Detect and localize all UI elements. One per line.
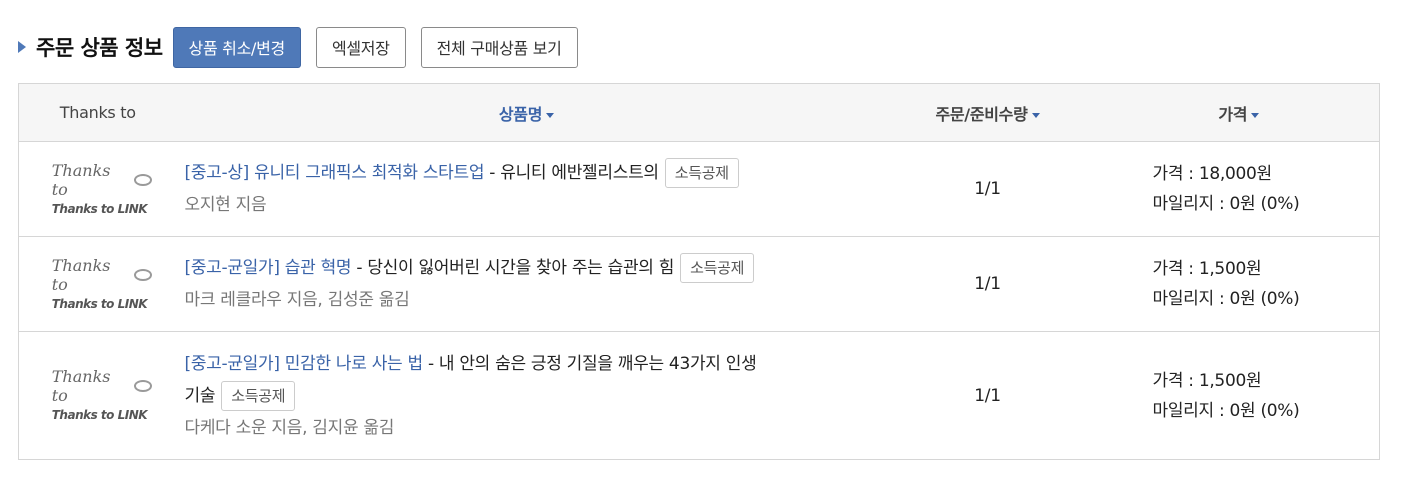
table-row: Thanks to Thanks to LINK [중고-균일가] 민감한 나로… <box>18 331 1380 460</box>
thanks-to-cell: Thanks to Thanks to LINK <box>18 331 177 460</box>
price-value: 가격 : 1,500원 <box>1152 259 1262 279</box>
logo-text: Thanks to <box>51 367 111 405</box>
section-title: 주문 상품 정보 <box>36 36 163 60</box>
thanks-to-logo: Thanks to Thanks to LINK <box>52 256 152 311</box>
tax-deduction-badge: 소득공제 <box>664 158 739 188</box>
thanks-to-logo: Thanks to Thanks to LINK <box>52 367 152 422</box>
logo-ring-icon <box>133 173 152 186</box>
sort-caret-icon <box>546 112 555 118</box>
quantity-cell: 1/1 <box>876 331 1099 460</box>
header-price[interactable]: 가격 <box>1098 83 1380 142</box>
price-value: 가격 : 18,000원 <box>1152 164 1273 184</box>
triangle-bullet-icon <box>18 41 26 53</box>
header-price-label: 가격 <box>1218 104 1248 124</box>
product-title-link[interactable]: [중고-상] 유니티 그래픽스 최적화 스타트업 <box>185 163 485 183</box>
product-author: 마크 레클라우 지음, 김성준 옮김 <box>184 290 410 310</box>
header-product-name-label: 상품명 <box>498 104 543 124</box>
header-product-name[interactable]: 상품명 <box>176 83 877 142</box>
product-subtitle: - 내 안의 숨은 긍정 기질을 깨우는 43가지 인생 <box>422 353 757 374</box>
logo-ring-icon <box>133 380 152 392</box>
product-cell: [중고-균일가] 민감한 나로 사는 법 - 내 안의 숨은 긍정 기질을 깨우… <box>176 331 877 460</box>
mileage-value: 마일리지 : 0원 (0%) <box>1152 194 1300 214</box>
thanks-to-cell: Thanks to Thanks to LINK <box>18 236 177 332</box>
product-title-link[interactable]: [중고-균일가] 민감한 나로 사는 법 <box>185 354 424 374</box>
logo-text: Thanks to <box>51 160 111 199</box>
logo-link-text: Thanks to LINK <box>51 296 148 311</box>
product-cell: [중고-균일가] 습관 혁명 - 당신이 잃어버린 시간을 찾아 주는 습관의 … <box>176 236 877 332</box>
table-row: Thanks to Thanks to LINK [중고-상] 유니티 그래픽스… <box>18 141 1380 237</box>
product-author: 다케다 소운 지음, 김지윤 옮김 <box>184 417 395 438</box>
section-header: 주문 상품 정보 상품 취소/변경 엑셀저장 전체 구매상품 보기 <box>18 26 593 68</box>
cancel-change-button[interactable]: 상품 취소/변경 <box>172 26 301 68</box>
header-thanks-to: Thanks to <box>18 83 177 142</box>
quantity-cell: 1/1 <box>876 141 1099 237</box>
mileage-value: 마일리지 : 0원 (0%) <box>1152 400 1300 421</box>
mileage-value: 마일리지 : 0원 (0%) <box>1152 289 1300 309</box>
sort-caret-icon <box>1251 112 1260 118</box>
logo-link-text: Thanks to LINK <box>51 408 148 422</box>
table-row: Thanks to Thanks to LINK [중고-균일가] 습관 혁명 … <box>18 236 1380 332</box>
product-subtitle: - 당신이 잃어버린 시간을 찾아 주는 습관의 힘 <box>351 258 675 278</box>
view-all-purchases-button[interactable]: 전체 구매상품 보기 <box>420 26 578 68</box>
thanks-to-cell: Thanks to Thanks to LINK <box>18 141 177 237</box>
product-subtitle: - 유니티 에반젤리스트의 <box>484 163 659 183</box>
price-cell: 가격 : 18,000원 마일리지 : 0원 (0%) <box>1098 141 1380 237</box>
header-quantity[interactable]: 주문/준비수량 <box>876 83 1099 142</box>
sort-caret-icon <box>1031 112 1040 118</box>
tax-deduction-badge: 소득공제 <box>680 253 755 283</box>
logo-text: Thanks to <box>51 255 111 294</box>
excel-save-button[interactable]: 엑셀저장 <box>315 26 406 68</box>
product-cell: [중고-상] 유니티 그래픽스 최적화 스타트업 - 유니티 에반젤리스트의 소득… <box>176 141 877 237</box>
product-subtitle-continued: 기술 <box>184 385 216 406</box>
header-quantity-label: 주문/준비수량 <box>935 104 1028 124</box>
product-author: 오지현 지음 <box>184 195 267 215</box>
logo-link-text: Thanks to LINK <box>51 201 148 216</box>
order-items-table: Thanks to 상품명 주문/준비수량 가격 Thanks to Thank… <box>18 83 1380 460</box>
price-value: 가격 : 1,500원 <box>1152 370 1262 391</box>
table-header-row: Thanks to 상품명 주문/준비수량 가격 <box>18 83 1380 142</box>
thanks-to-logo: Thanks to Thanks to LINK <box>52 161 152 216</box>
price-cell: 가격 : 1,500원 마일리지 : 0원 (0%) <box>1098 331 1380 460</box>
quantity-cell: 1/1 <box>876 236 1099 332</box>
price-cell: 가격 : 1,500원 마일리지 : 0원 (0%) <box>1098 236 1380 332</box>
logo-ring-icon <box>133 268 152 281</box>
tax-deduction-badge: 소득공제 <box>221 380 296 411</box>
product-title-link[interactable]: [중고-균일가] 습관 혁명 <box>185 258 352 278</box>
